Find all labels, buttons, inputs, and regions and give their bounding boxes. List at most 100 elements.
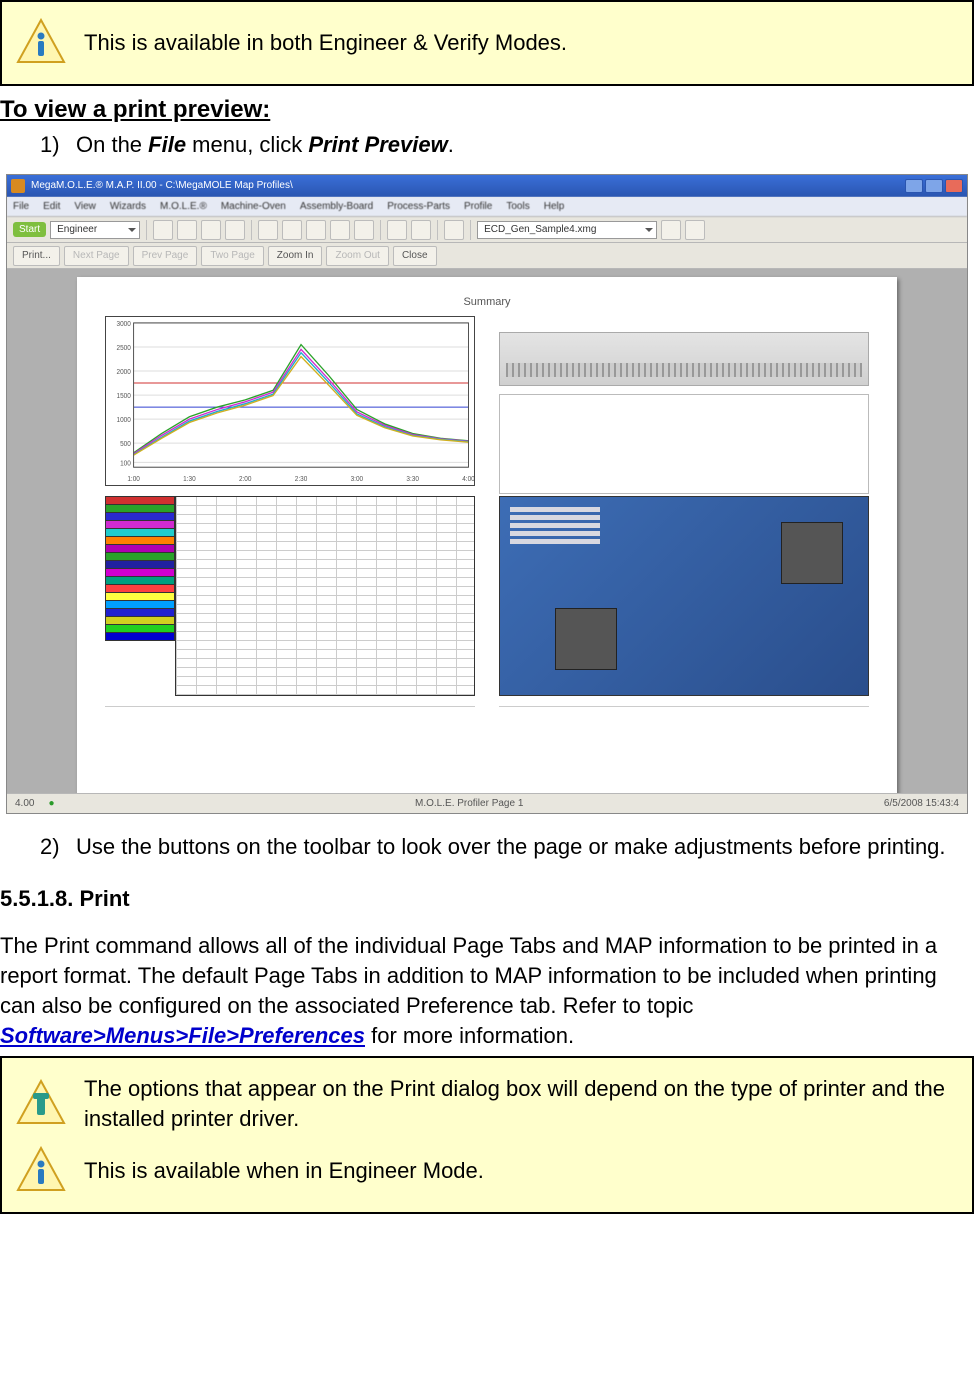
app-screenshot: MegaM.O.L.E.® M.A.P. II.00 - C:\MegaMOLE… (6, 174, 968, 814)
profile-chart: 100500100015002000250030001:001:302:002:… (105, 316, 475, 486)
note-row: This is available when in Engineer Mode. (16, 1140, 958, 1202)
steps-list-2: Use the buttons on the toolbar to look o… (0, 832, 974, 862)
step-1: On the File menu, click Print Preview. (40, 130, 974, 160)
toolbar-icon[interactable] (661, 220, 681, 240)
menu-bar: File Edit View Wizards M.O.L.E.® Machine… (7, 197, 967, 217)
step1-text-b: menu, click (186, 132, 308, 157)
svg-text:4:00: 4:00 (462, 476, 474, 483)
step1-text-a: On the (76, 132, 148, 157)
close-preview-button[interactable]: Close (393, 246, 437, 266)
menu-file[interactable]: File (13, 200, 29, 214)
svg-text:3:00: 3:00 (351, 476, 364, 483)
info-icon (16, 18, 66, 68)
svg-text:1:30: 1:30 (183, 476, 196, 483)
step1-action: Print Preview (308, 132, 447, 157)
toolbar-icon[interactable] (201, 220, 221, 240)
svg-text:2:30: 2:30 (295, 476, 308, 483)
info-note-top: This is available in both Engineer & Ver… (0, 0, 974, 86)
preview-page: Summary 100 500 1000 1500 2000 2500 3000 1:00 1:… (77, 277, 897, 793)
prevpage-button[interactable]: Prev Page (133, 246, 198, 266)
toolbar-icon[interactable] (354, 220, 374, 240)
toolbar-icon[interactable] (153, 220, 173, 240)
preferences-link[interactable]: Software>Menus>File>Preferences (0, 1023, 365, 1048)
menu-view[interactable]: View (74, 200, 96, 214)
step1-text-c: . (448, 132, 454, 157)
signature-area (499, 706, 869, 756)
info-icon (16, 1146, 66, 1196)
steps-list: On the File menu, click Print Preview. (0, 130, 974, 160)
toolbar-icon[interactable] (685, 220, 705, 240)
section-heading-print: 5.5.1.8. Print (0, 884, 974, 914)
svg-text:100: 100 (120, 460, 131, 467)
page-heading: Summary (105, 295, 869, 310)
toolbar-icon[interactable] (411, 220, 431, 240)
svg-text:3000: 3000 (117, 321, 132, 328)
menu-help[interactable]: Help (544, 200, 565, 214)
toolbar-icon[interactable] (177, 220, 197, 240)
nextpage-button[interactable]: Next Page (64, 246, 129, 266)
note-row: The options that appear on the Print dia… (16, 1068, 958, 1139)
board-image (499, 496, 869, 696)
note-text: This is available when in Engineer Mode. (84, 1156, 958, 1186)
print-text-a: The Print command allows all of the indi… (0, 933, 937, 1017)
maximize-button[interactable] (925, 179, 943, 193)
menu-edit[interactable]: Edit (43, 200, 60, 214)
window-buttons (905, 179, 963, 193)
svg-text:1000: 1000 (117, 417, 132, 424)
toolbar-icon[interactable] (444, 220, 464, 240)
status-bar: 4.00 ● M.O.L.E. Profiler Page 1 6/5/2008… (7, 793, 967, 813)
channel-table (105, 496, 475, 696)
right-upper-panel (499, 316, 869, 486)
step1-menu-name: File (148, 132, 186, 157)
svg-text:2000: 2000 (117, 369, 132, 376)
heading-print-preview: To view a print preview: (0, 94, 974, 126)
app-icon (11, 179, 25, 193)
info-box (499, 394, 869, 494)
menu-mole[interactable]: M.O.L.E.® (160, 200, 207, 214)
window-titlebar: MegaM.O.L.E.® M.A.P. II.00 - C:\MegaMOLE… (7, 175, 967, 197)
start-pill[interactable]: Start (13, 222, 46, 238)
status-center: M.O.L.E. Profiler Page 1 (69, 797, 870, 811)
menu-machine-oven[interactable]: Machine-Oven (221, 200, 286, 214)
svg-text:3:30: 3:30 (406, 476, 419, 483)
svg-text:500: 500 (120, 441, 131, 448)
probe-image (499, 332, 869, 386)
zoomin-button[interactable]: Zoom In (268, 246, 323, 266)
note-row: This is available in both Engineer & Ver… (16, 12, 958, 74)
toolbar-icon[interactable] (387, 220, 407, 240)
print-paragraph: The Print command allows all of the indi… (0, 931, 974, 1050)
svg-text:1:00: 1:00 (127, 476, 140, 483)
file-combo[interactable]: ECD_Gen_Sample4.xmg (477, 221, 657, 239)
print-button[interactable]: Print... (13, 246, 60, 266)
toolbar-icon[interactable] (258, 220, 278, 240)
menu-wizards[interactable]: Wizards (110, 200, 146, 214)
svg-text:2500: 2500 (117, 345, 132, 352)
preview-toolbar: Print... Next Page Prev Page Two Page Zo… (7, 243, 967, 269)
toolbar-icon[interactable] (282, 220, 302, 240)
step-2: Use the buttons on the toolbar to look o… (40, 832, 974, 862)
twopage-button[interactable]: Two Page (201, 246, 263, 266)
tip-icon (16, 1079, 66, 1129)
main-toolbar: Start Engineer ECD_Gen_Sample4.xmg (7, 217, 967, 243)
zoomout-button[interactable]: Zoom Out (326, 246, 388, 266)
status-right: 6/5/2008 15:43:4 (884, 797, 959, 811)
info-note-print: The options that appear on the Print dia… (0, 1056, 974, 1213)
mode-combo[interactable]: Engineer (50, 221, 140, 239)
print-text-b: for more information. (365, 1023, 574, 1048)
menu-assembly[interactable]: Assembly-Board (300, 200, 373, 214)
note-text: This is available in both Engineer & Ver… (84, 28, 958, 58)
menu-profile[interactable]: Profile (464, 200, 492, 214)
minimize-button[interactable] (905, 179, 923, 193)
toolbar-icon[interactable] (330, 220, 350, 240)
menu-tools[interactable]: Tools (506, 200, 529, 214)
svg-text:1500: 1500 (117, 393, 132, 400)
preview-canvas: Summary 100 500 1000 1500 2000 2500 3000 1:00 1:… (7, 269, 967, 793)
toolbar-icon[interactable] (225, 220, 245, 240)
window-title: MegaM.O.L.E.® M.A.P. II.00 - C:\MegaMOLE… (31, 179, 293, 193)
notes-area (105, 706, 475, 756)
toolbar-icon[interactable] (306, 220, 326, 240)
status-left: 4.00 (15, 797, 34, 811)
close-button[interactable] (945, 179, 963, 193)
note-text: The options that appear on the Print dia… (84, 1074, 958, 1133)
menu-process[interactable]: Process-Parts (387, 200, 450, 214)
